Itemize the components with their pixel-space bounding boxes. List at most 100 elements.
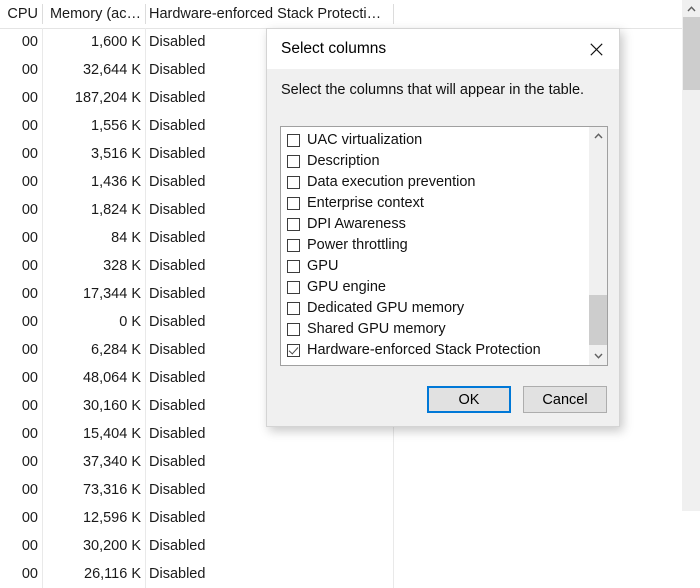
select-columns-dialog: Select columns Select the columns that w… [266, 28, 620, 427]
list-item-label: Shared GPU memory [307, 319, 446, 340]
cell-divider [393, 504, 394, 532]
ok-button[interactable]: OK [427, 386, 511, 413]
table-row[interactable]: 0037,340 KDisabled [0, 448, 684, 476]
checkbox-unchecked-icon[interactable] [287, 134, 300, 147]
cell-divider [145, 392, 146, 420]
cell-divider [145, 532, 146, 560]
cell-memory: 73,316 K [46, 480, 141, 500]
cell-divider [42, 56, 43, 84]
list-item-label: UAC virtualization [307, 130, 422, 151]
window-vertical-scrollbar[interactable] [682, 0, 700, 511]
cell-cpu: 00 [0, 88, 38, 108]
cell-cpu: 00 [0, 172, 38, 192]
cell-divider [42, 448, 43, 476]
cell-memory: 1,600 K [46, 32, 141, 52]
column-header-hardware-enforced-stack-protection[interactable]: Hardware-enforced Stack Protecti… [149, 4, 389, 24]
cell-cpu: 00 [0, 480, 38, 500]
cell-cpu: 00 [0, 200, 38, 220]
list-item-label: Enterprise context [307, 193, 424, 214]
scroll-thumb[interactable] [683, 17, 700, 90]
cell-memory: 1,824 K [46, 200, 141, 220]
column-header-cpu[interactable]: CPU [0, 4, 38, 24]
list-item[interactable]: Enterprise context [281, 193, 587, 214]
cell-divider [145, 560, 146, 588]
table-row[interactable]: 0012,596 KDisabled [0, 504, 684, 532]
checkbox-unchecked-icon[interactable] [287, 176, 300, 189]
cell-hardware-enforced-stack-protection: Disabled [149, 452, 389, 472]
cell-divider [145, 420, 146, 448]
checkbox-unchecked-icon[interactable] [287, 155, 300, 168]
cell-cpu: 00 [0, 340, 38, 360]
cell-divider [42, 28, 43, 56]
checkbox-checked-icon[interactable] [287, 344, 300, 357]
cell-divider [42, 252, 43, 280]
cell-divider [145, 308, 146, 336]
cell-hardware-enforced-stack-protection: Disabled [149, 508, 389, 528]
column-divider[interactable] [393, 4, 394, 24]
column-list-box[interactable]: UAC virtualizationDescriptionData execut… [280, 126, 608, 366]
list-item[interactable]: GPU engine [281, 277, 587, 298]
checkbox-unchecked-icon[interactable] [287, 281, 300, 294]
dialog-title: Select columns [281, 40, 386, 58]
cell-divider [145, 252, 146, 280]
cell-cpu: 00 [0, 508, 38, 528]
table-row[interactable]: 0073,316 KDisabled [0, 476, 684, 504]
list-item[interactable]: DPI Awareness [281, 214, 587, 235]
cell-divider [42, 336, 43, 364]
chevron-up-icon [594, 133, 603, 139]
cell-divider [42, 420, 43, 448]
cell-hardware-enforced-stack-protection: Disabled [149, 564, 389, 584]
cell-divider [145, 112, 146, 140]
cell-divider [145, 28, 146, 56]
column-divider[interactable] [145, 4, 146, 24]
column-header-memory[interactable]: Memory (ac… [46, 4, 141, 24]
table-row[interactable]: 0026,116 KDisabled [0, 560, 684, 588]
cell-divider [42, 280, 43, 308]
cell-divider [145, 448, 146, 476]
cell-divider [42, 140, 43, 168]
cell-divider [145, 168, 146, 196]
list-item[interactable]: Description [281, 151, 587, 172]
checkbox-unchecked-icon[interactable] [287, 323, 300, 336]
list-scroll-thumb[interactable] [589, 295, 607, 345]
cell-divider [145, 224, 146, 252]
cell-divider [145, 56, 146, 84]
cell-memory: 84 K [46, 228, 141, 248]
scroll-up-button[interactable] [683, 0, 700, 17]
checkbox-unchecked-icon[interactable] [287, 239, 300, 252]
checkbox-unchecked-icon[interactable] [287, 197, 300, 210]
cell-hardware-enforced-stack-protection: Disabled [149, 424, 389, 444]
list-item[interactable]: Power throttling [281, 235, 587, 256]
cell-memory: 26,116 K [46, 564, 141, 584]
cell-cpu: 00 [0, 284, 38, 304]
list-item[interactable]: GPU [281, 256, 587, 277]
checkbox-unchecked-icon[interactable] [287, 302, 300, 315]
cell-cpu: 00 [0, 312, 38, 332]
checkbox-unchecked-icon[interactable] [287, 260, 300, 273]
cell-divider [42, 112, 43, 140]
cell-memory: 3,516 K [46, 144, 141, 164]
checkbox-unchecked-icon[interactable] [287, 218, 300, 231]
cell-cpu: 00 [0, 424, 38, 444]
dialog-titlebar[interactable]: Select columns [267, 29, 619, 69]
column-divider[interactable] [42, 4, 43, 24]
cancel-button[interactable]: Cancel [523, 386, 607, 413]
cell-memory: 32,644 K [46, 60, 141, 80]
list-item[interactable]: Dedicated GPU memory [281, 298, 587, 319]
cell-memory: 37,340 K [46, 452, 141, 472]
list-item[interactable]: Hardware-enforced Stack Protection [281, 340, 587, 361]
list-scroll-up-button[interactable] [589, 127, 607, 145]
list-item[interactable]: Data execution prevention [281, 172, 587, 193]
table-row[interactable]: 0030,200 KDisabled [0, 532, 684, 560]
list-scroll-down-button[interactable] [589, 347, 607, 365]
close-button[interactable] [574, 29, 619, 69]
list-item[interactable]: Shared GPU memory [281, 319, 587, 340]
cell-hardware-enforced-stack-protection: Disabled [149, 536, 389, 556]
cell-divider [42, 476, 43, 504]
list-item[interactable]: UAC virtualization [281, 130, 587, 151]
list-item-label: Dedicated GPU memory [307, 298, 464, 319]
cell-cpu: 00 [0, 60, 38, 80]
cell-divider [393, 532, 394, 560]
cell-cpu: 00 [0, 256, 38, 276]
list-vertical-scrollbar[interactable] [588, 127, 607, 365]
